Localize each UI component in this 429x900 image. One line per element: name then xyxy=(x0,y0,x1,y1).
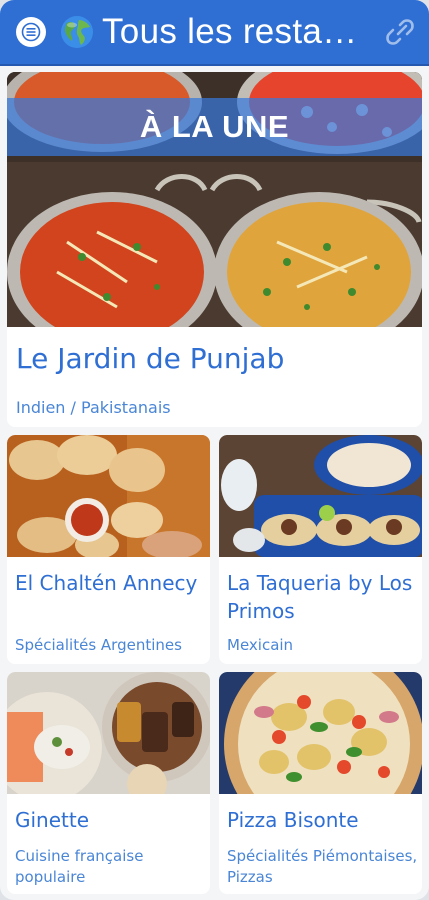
restaurant-card[interactable]: Pizza Bisonte Spécialités Piémontaises, … xyxy=(219,672,422,894)
featured-restaurant-name[interactable]: Le Jardin de Punjab xyxy=(16,342,284,375)
restaurant-cuisine: Spécialités Argentines xyxy=(15,636,182,654)
tacos-photo xyxy=(219,435,422,557)
featured-banner: À LA UNE xyxy=(7,98,422,156)
featured-restaurant-cuisine: Indien / Pakistanais xyxy=(16,398,171,417)
pizza-photo xyxy=(219,672,422,794)
restaurant-card[interactable]: La Taqueria by Los Primos Mexicain xyxy=(219,435,422,664)
indian-curries-photo: À LA UNE xyxy=(7,72,422,327)
empanadas-photo xyxy=(7,435,210,557)
page-title: Tous les restaurants xyxy=(102,12,375,51)
restaurant-cuisine: Mexicain xyxy=(227,636,294,654)
restaurant-cuisine: Cuisine française populaire xyxy=(15,847,144,886)
restaurant-list: À LA UNE Le Jardin de Punjab Indien / Pa… xyxy=(7,72,422,894)
top-app-bar: Tous les restaurants xyxy=(0,0,429,66)
restaurant-card[interactable]: El Chaltén Annecy Spécialités Argentines xyxy=(7,435,210,664)
french-dishes-photo xyxy=(7,672,210,794)
globe-icon xyxy=(61,16,93,48)
featured-restaurant-card[interactable]: À LA UNE Le Jardin de Punjab Indien / Pa… xyxy=(7,72,422,427)
restaurant-cuisine: Spécialités Piémontaises, Pizzas xyxy=(227,847,418,886)
restaurant-name[interactable]: Ginette xyxy=(15,806,210,834)
restaurant-name[interactable]: El Chaltén Annecy xyxy=(15,569,210,597)
app-screen: Tous les restaurants xyxy=(0,0,429,900)
link-icon[interactable] xyxy=(385,17,415,47)
hamburger-menu-icon[interactable] xyxy=(16,17,46,47)
restaurant-name[interactable]: La Taqueria by Los Primos xyxy=(227,569,422,625)
restaurant-name[interactable]: Pizza Bisonte xyxy=(227,806,422,834)
restaurant-card[interactable]: Ginette Cuisine française populaire xyxy=(7,672,210,894)
